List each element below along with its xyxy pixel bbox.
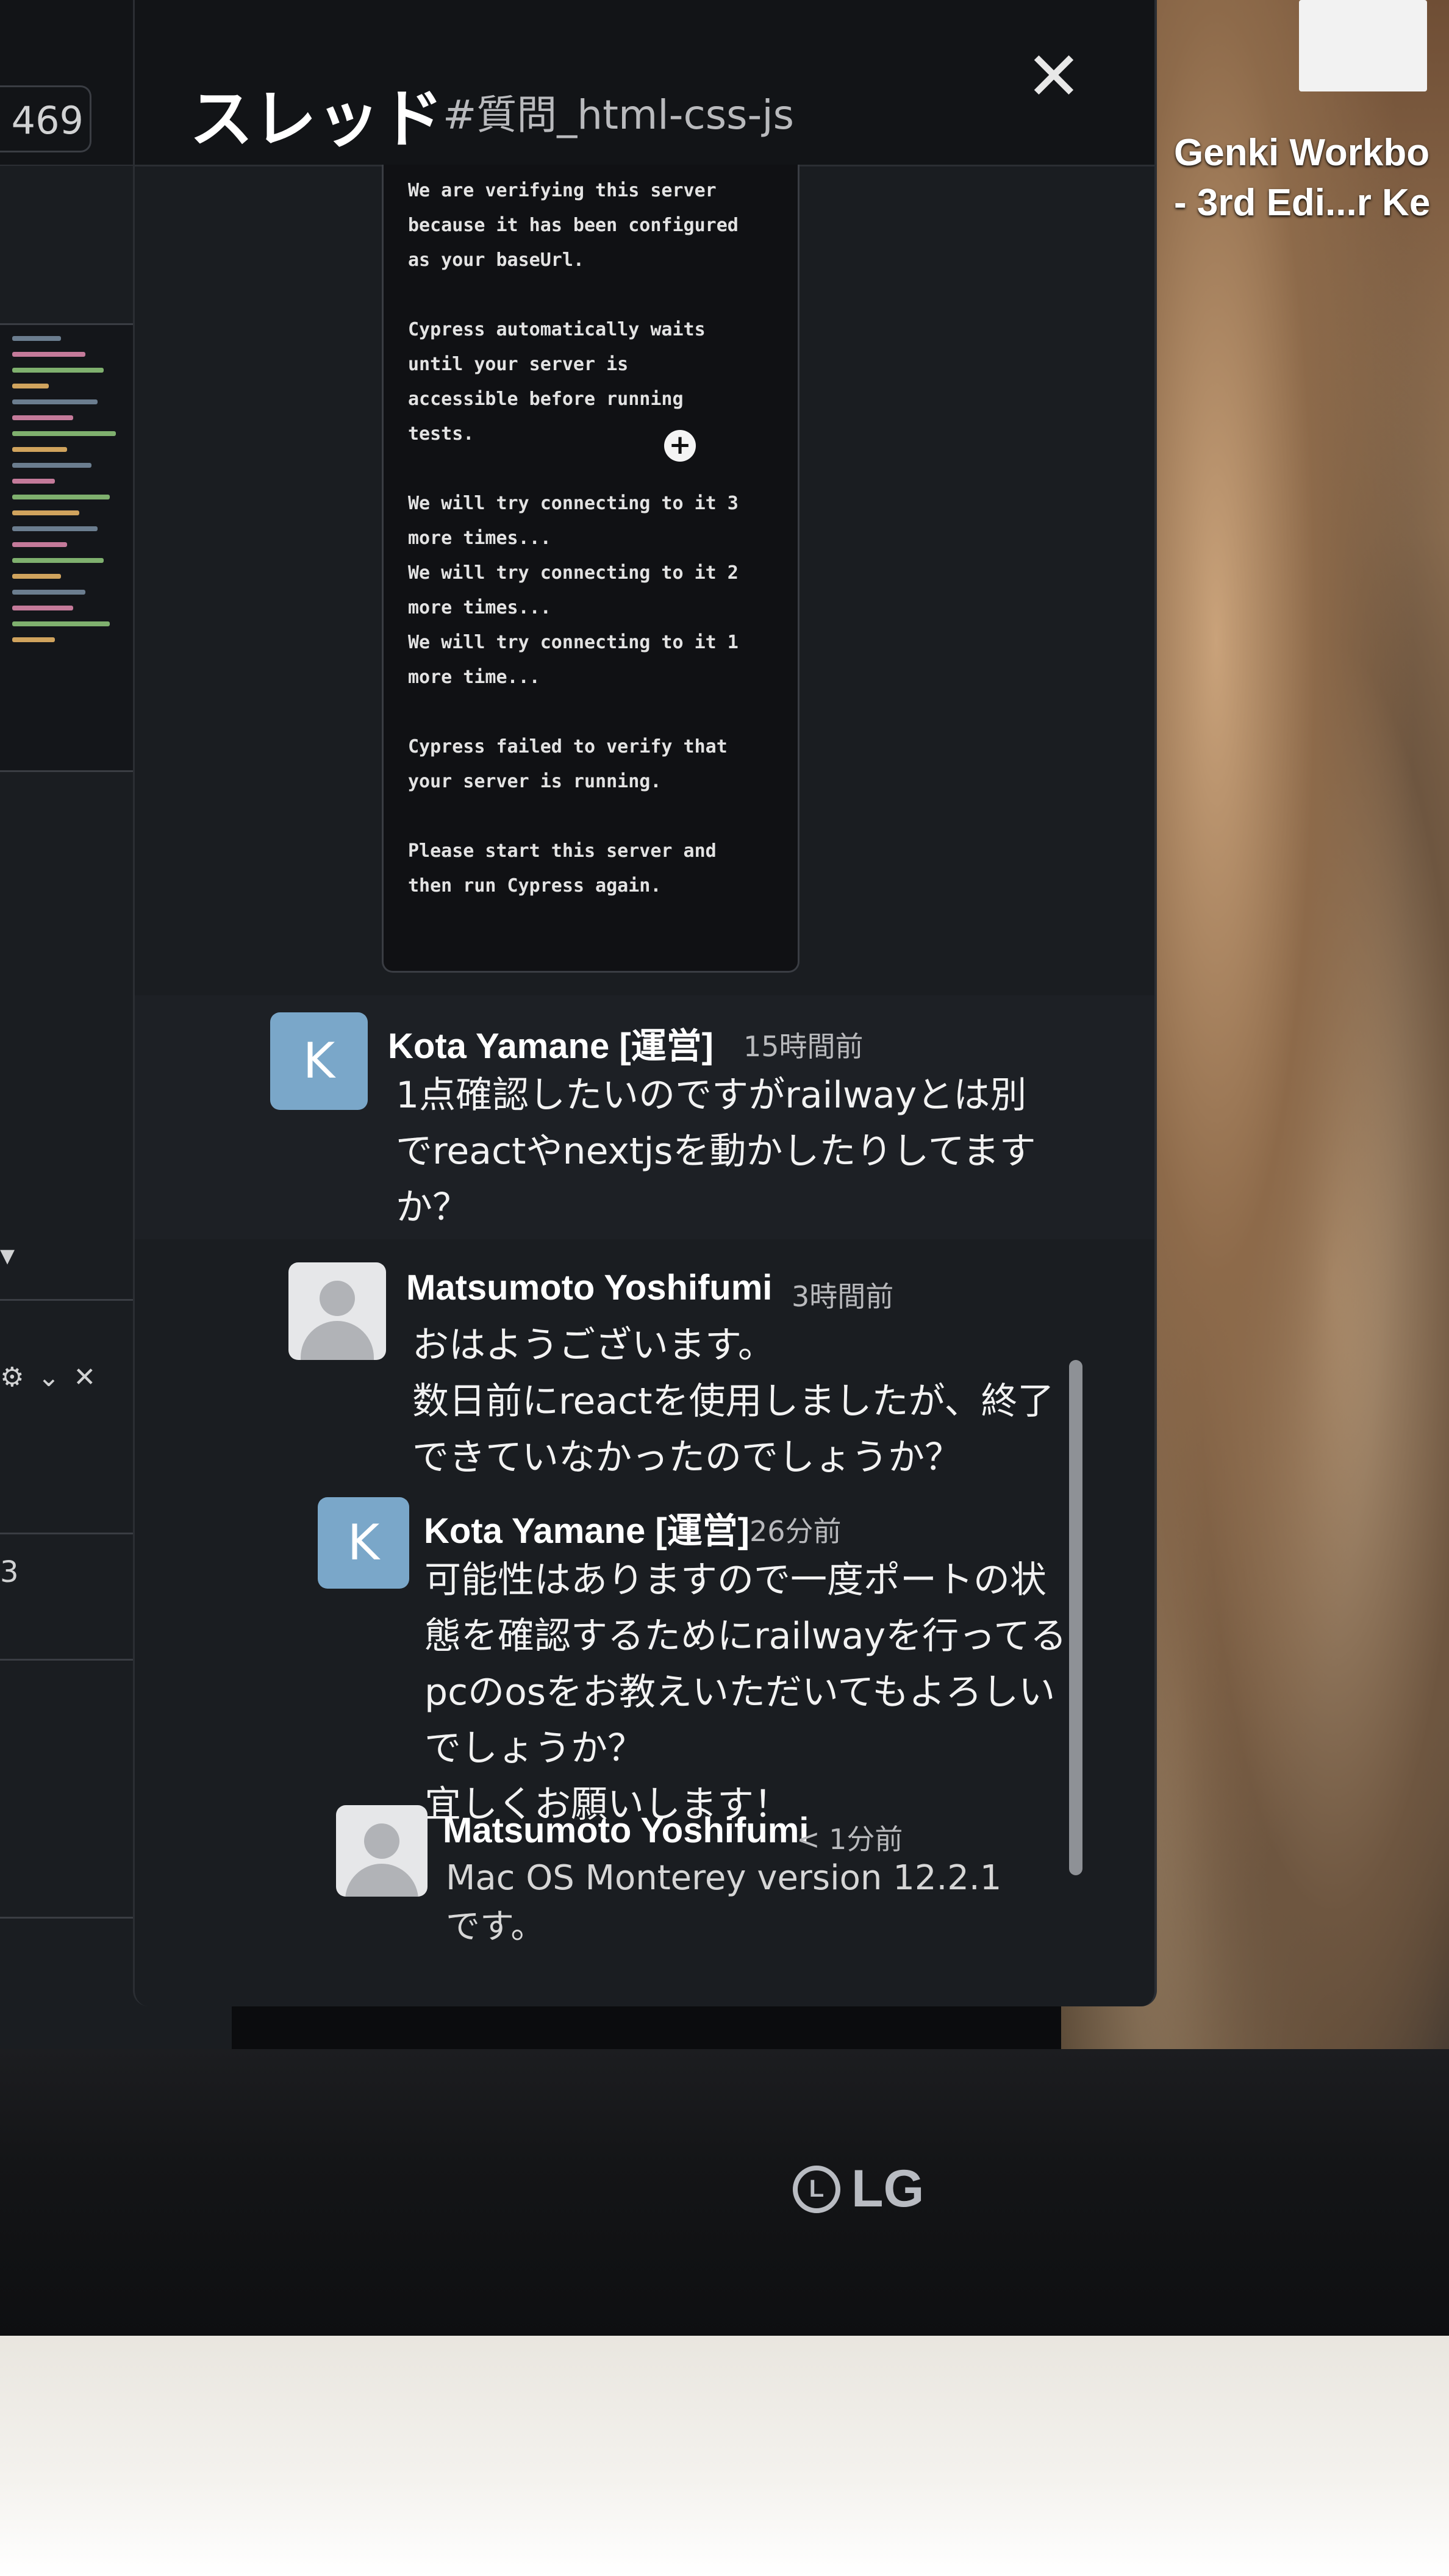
member-count-button[interactable]: 469 bbox=[0, 85, 91, 152]
message-text: Mac OS Monterey version 12.2.1 です。 bbox=[446, 1858, 1002, 1947]
thread-panel: スレッド #質問_html-css-js ✕ We are verifying … bbox=[133, 0, 1157, 2006]
thread-title: スレッド bbox=[190, 82, 444, 156]
avatar[interactable]: K bbox=[270, 1012, 368, 1110]
composer-toolbar-icons[interactable]: ⚙⌄✕ bbox=[0, 1362, 109, 1393]
desktop-file-label[interactable]: Genki Workbo - 3rd Edi...r Ke bbox=[1174, 128, 1449, 228]
monitor-bezel bbox=[0, 2049, 1449, 2336]
avatar[interactable]: K bbox=[318, 1497, 409, 1589]
code-screenshot-thumbnail[interactable] bbox=[0, 323, 142, 772]
avatar[interactable] bbox=[288, 1262, 386, 1360]
message-timestamp[interactable]: 15時間前 bbox=[743, 1025, 864, 1065]
message-text: 1点確認したいのですがrailwayとは別 でreactやnextjsを動かした… bbox=[396, 1074, 1036, 1229]
message-text: おはようございます。 数日前にreactを使用しましたが、終了 できていなかった… bbox=[412, 1324, 1054, 1479]
lg-logo-icon: L bbox=[793, 2165, 840, 2213]
thread-scrollbar[interactable] bbox=[1069, 1360, 1082, 1875]
attachment-image[interactable]: We are verifying this server because it … bbox=[382, 165, 800, 973]
chevron-down-icon[interactable]: ▾ bbox=[0, 1238, 15, 1272]
reply-count: 3 bbox=[0, 1555, 19, 1589]
message-timestamp[interactable]: 26分前 bbox=[750, 1509, 842, 1550]
close-icon[interactable]: ✕ bbox=[1020, 43, 1087, 110]
message-author[interactable]: Matsumoto Yoshifumi bbox=[443, 1810, 809, 1851]
thread-header: スレッド #質問_html-css-js ✕ bbox=[135, 0, 1154, 166]
avatar[interactable] bbox=[336, 1805, 428, 1897]
message-timestamp[interactable]: 3時間前 bbox=[792, 1275, 893, 1315]
desktop-file-icon[interactable] bbox=[1299, 0, 1427, 91]
message-author[interactable]: Kota Yamane [運営] bbox=[388, 1017, 714, 1068]
thread-channel-link[interactable]: #質問_html-css-js bbox=[443, 82, 794, 141]
message-author[interactable]: Matsumoto Yoshifumi bbox=[406, 1267, 772, 1308]
message-author[interactable]: Kota Yamane [運営] bbox=[424, 1502, 750, 1553]
message-text: 可能性はありますので一度ポートの状 態を確認するためにrailwayを行ってる … bbox=[424, 1559, 1067, 1826]
monitor-brand: LG bbox=[851, 2159, 925, 2218]
attachment-terminal-text: We are verifying this server because it … bbox=[408, 180, 739, 896]
message-timestamp[interactable]: < 1分前 bbox=[796, 1817, 903, 1858]
zoom-in-icon[interactable]: + bbox=[664, 430, 696, 462]
monitor-logo: L LG bbox=[793, 2159, 924, 2219]
desk-surface bbox=[0, 2336, 1449, 2576]
